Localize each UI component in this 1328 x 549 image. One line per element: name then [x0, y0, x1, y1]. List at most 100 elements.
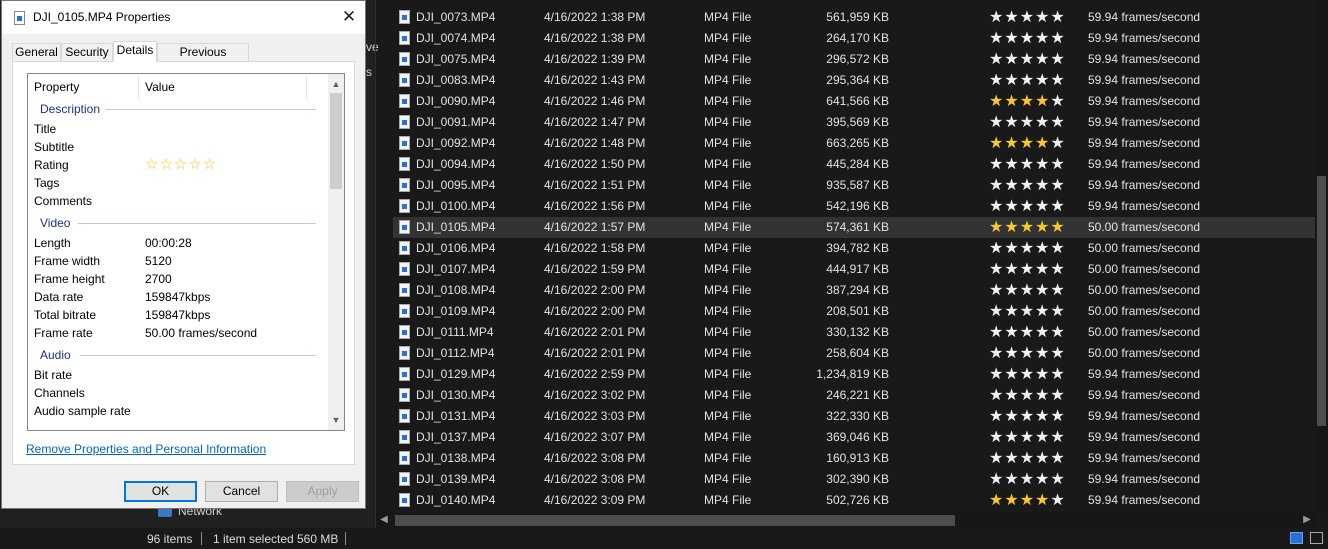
file-row[interactable]: DJI_0105.MP4 4/16/2022 1:57 PM MP4 File 574…: [393, 217, 1315, 238]
rating-star-icon[interactable]: ★: [989, 324, 1004, 341]
rating-star-icon[interactable]: ★: [989, 219, 1004, 236]
rating-star-icon[interactable]: ★: [1020, 135, 1035, 152]
rating-star-icon[interactable]: ★: [1004, 471, 1019, 488]
rating-star-icon[interactable]: ★: [1050, 114, 1065, 131]
apply-button[interactable]: Apply: [286, 481, 359, 502]
rating-star-icon[interactable]: ★: [1020, 51, 1035, 68]
rating-star-icon[interactable]: ★: [1004, 492, 1019, 509]
file-row[interactable]: DJI_0112.MP4 4/16/2022 2:01 PM MP4 File 258…: [393, 343, 1315, 364]
rating-star-icon[interactable]: ★: [1004, 219, 1019, 236]
rating-star-icon[interactable]: ★: [1050, 324, 1065, 341]
rating-star-icon[interactable]: ★: [989, 492, 1004, 509]
file-row[interactable]: DJI_0109.MP4 4/16/2022 2:00 PM MP4 File 208…: [393, 301, 1315, 322]
vertical-scrollbar-thumb[interactable]: [1317, 176, 1326, 426]
file-row[interactable]: DJI_0074.MP4 4/16/2022 1:38 PM MP4 File 264…: [393, 28, 1315, 49]
rating-star-icon[interactable]: ★: [1020, 114, 1035, 131]
rating-star-icon[interactable]: ★: [1020, 429, 1035, 446]
tab-previous-versions[interactable]: Previous Versions: [157, 43, 249, 76]
file-rating[interactable]: ★★★★★: [989, 490, 1066, 511]
rating-star-icon[interactable]: ★: [1050, 450, 1065, 467]
rating-star-icon[interactable]: ★: [989, 93, 1004, 110]
rating-star-icon[interactable]: ★: [1004, 30, 1019, 47]
rating-star-icon[interactable]: ★: [1035, 387, 1050, 404]
rating-star-icon[interactable]: ★: [989, 72, 1004, 89]
rating-star-icon[interactable]: ★: [1020, 387, 1035, 404]
rating-star-icon[interactable]: ★: [1050, 93, 1065, 110]
rating-star-icon[interactable]: ★: [989, 9, 1004, 26]
file-row[interactable]: DJI_0091.MP4 4/16/2022 1:47 PM MP4 File 395…: [393, 112, 1315, 133]
rating-star-icon[interactable]: ★: [989, 450, 1004, 467]
rating-star-icon[interactable]: ★: [1004, 240, 1019, 257]
rating-star-icon[interactable]: ★: [1004, 366, 1019, 383]
file-rating[interactable]: ★★★★★: [989, 133, 1066, 154]
tab-general[interactable]: General: [12, 43, 61, 61]
file-row[interactable]: DJI_0139.MP4 4/16/2022 3:08 PM MP4 File 302…: [393, 469, 1315, 490]
file-rating[interactable]: ★★★★★: [989, 28, 1066, 49]
rating-star-icon[interactable]: ★: [1004, 408, 1019, 425]
file-rating[interactable]: ★★★★★: [989, 448, 1066, 469]
file-row[interactable]: DJI_0106.MP4 4/16/2022 1:58 PM MP4 File 394…: [393, 238, 1315, 259]
rating-star-icon[interactable]: ★: [1050, 9, 1065, 26]
file-rating[interactable]: ★★★★★: [989, 343, 1066, 364]
rating-star-icon[interactable]: ★: [989, 261, 1004, 278]
rating-star-icon[interactable]: ★: [1050, 135, 1065, 152]
file-rating[interactable]: ★★★★★: [989, 364, 1066, 385]
rating-star-icon[interactable]: ★: [1050, 303, 1065, 320]
scroll-up-arrow-icon[interactable]: ▲: [328, 76, 344, 92]
pane-divider[interactable]: [375, 0, 376, 528]
rating-star-icon[interactable]: ★: [1035, 261, 1050, 278]
rating-star-icon[interactable]: ★: [989, 156, 1004, 173]
file-row[interactable]: DJI_0137.MP4 4/16/2022 3:07 PM MP4 File 369…: [393, 427, 1315, 448]
property-list[interactable]: Property Value Description Title Subtitl…: [27, 73, 345, 431]
rating-star-icon[interactable]: ★: [1020, 303, 1035, 320]
file-rating[interactable]: ★★★★★: [989, 112, 1066, 133]
file-row[interactable]: DJI_0094.MP4 4/16/2022 1:50 PM MP4 File 445…: [393, 154, 1315, 175]
file-rating[interactable]: ★★★★★: [989, 49, 1066, 70]
rating-star-icon[interactable]: ★: [1035, 9, 1050, 26]
property-list-scrollbar-thumb[interactable]: [330, 93, 342, 189]
rating-star-icon[interactable]: ★: [1050, 408, 1065, 425]
rating-star-icon[interactable]: ★: [1020, 93, 1035, 110]
scroll-left-arrow-icon[interactable]: ◀: [376, 512, 392, 528]
rating-star-icon[interactable]: ★: [1004, 282, 1019, 299]
file-rating[interactable]: ★★★★★: [989, 238, 1066, 259]
rating-star-icon[interactable]: ★: [989, 177, 1004, 194]
rating-star-icon[interactable]: ★: [1050, 177, 1065, 194]
rating-star-icon[interactable]: ★: [1020, 282, 1035, 299]
rating-star-icon[interactable]: ★: [1020, 30, 1035, 47]
rating-star-icon[interactable]: ★: [989, 135, 1004, 152]
file-row[interactable]: DJI_0075.MP4 4/16/2022 1:39 PM MP4 File 296…: [393, 49, 1315, 70]
rating-star-icon[interactable]: ★: [1020, 366, 1035, 383]
rating-star-icon[interactable]: ★: [1035, 324, 1050, 341]
file-row[interactable]: DJI_0090.MP4 4/16/2022 1:46 PM MP4 File 641…: [393, 91, 1315, 112]
rating-star-icon[interactable]: ★: [1004, 198, 1019, 215]
file-rating[interactable]: ★★★★★: [989, 175, 1066, 196]
file-row[interactable]: DJI_0083.MP4 4/16/2022 1:43 PM MP4 File 295…: [393, 70, 1315, 91]
rating-star-icon[interactable]: ★: [1020, 72, 1035, 89]
rating-star-icon[interactable]: ★: [1035, 345, 1050, 362]
file-rating[interactable]: ★★★★★: [989, 469, 1066, 490]
rating-star-icon[interactable]: ★: [1050, 219, 1065, 236]
file-rating[interactable]: ★★★★★: [989, 322, 1066, 343]
rating-star-icon[interactable]: ★: [1004, 429, 1019, 446]
rating-star-icon[interactable]: ★: [989, 30, 1004, 47]
rating-star-icon[interactable]: ★: [1035, 93, 1050, 110]
ok-button[interactable]: OK: [124, 481, 197, 502]
file-rating[interactable]: ★★★★★: [989, 91, 1066, 112]
close-icon[interactable]: ✕: [336, 5, 362, 29]
file-row[interactable]: DJI_0111.MP4 4/16/2022 2:01 PM MP4 File 330…: [393, 322, 1315, 343]
file-rating[interactable]: ★★★★★: [989, 385, 1066, 406]
rating-star-icon[interactable]: ★: [1004, 72, 1019, 89]
rating-star-icon[interactable]: ★: [989, 387, 1004, 404]
rating-star-icon[interactable]: ★: [1004, 450, 1019, 467]
rating-star-icon[interactable]: ★: [1035, 177, 1050, 194]
rating-star-icon[interactable]: ★: [1020, 345, 1035, 362]
rating-star-icon[interactable]: ★: [1050, 156, 1065, 173]
file-rating[interactable]: ★★★★★: [989, 427, 1066, 448]
rating-star-icon[interactable]: ★: [1020, 408, 1035, 425]
rating-star-icon[interactable]: ★: [1020, 450, 1035, 467]
rating-star-icon[interactable]: ★: [1035, 450, 1050, 467]
column-separator[interactable]: [138, 76, 139, 99]
rating-star-icon[interactable]: ★: [1050, 345, 1065, 362]
nav-item-fragment[interactable]: s: [366, 65, 372, 79]
